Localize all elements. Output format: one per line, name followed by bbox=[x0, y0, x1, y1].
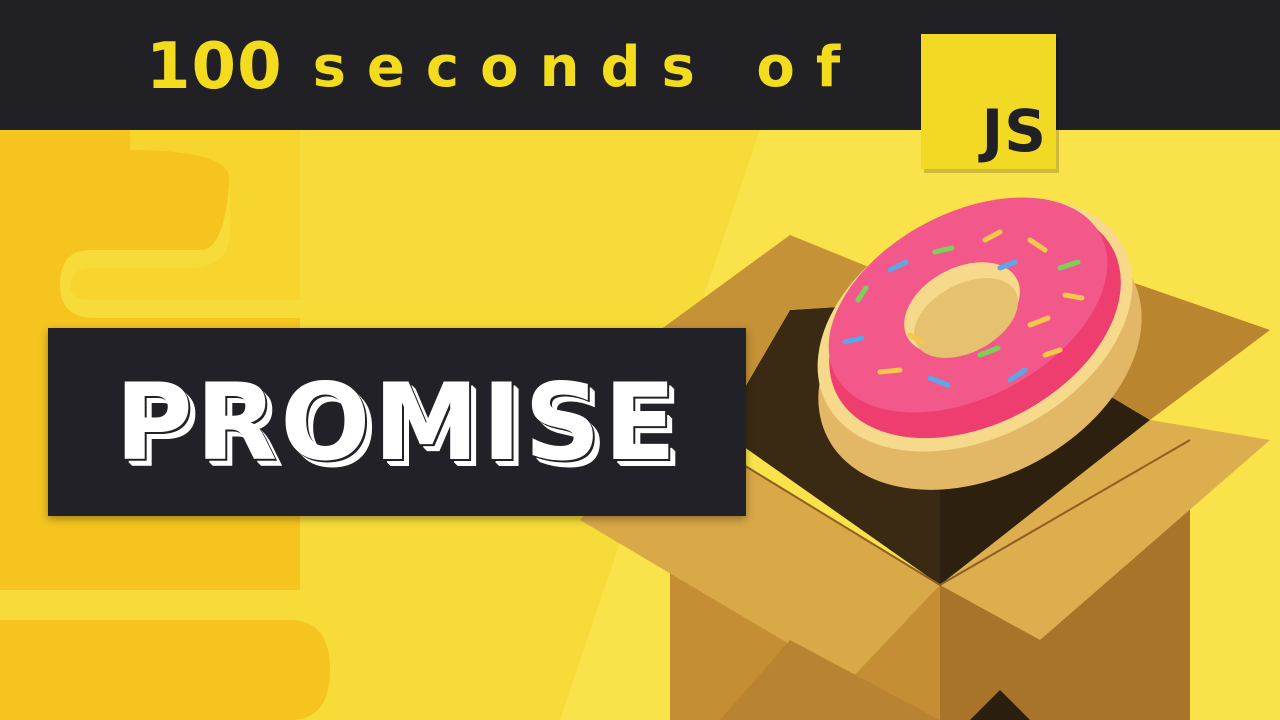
thumbnail: 100 seconds of JS PROMISE bbox=[0, 0, 1280, 720]
series-text: seconds of bbox=[312, 34, 862, 100]
topic-banner: PROMISE bbox=[48, 328, 746, 516]
series-number: 100 bbox=[146, 30, 283, 104]
series-title: 100 seconds of bbox=[146, 22, 861, 112]
javascript-logo-label: JS bbox=[981, 97, 1047, 165]
topic-title: PROMISE bbox=[114, 360, 680, 484]
javascript-logo-badge: JS bbox=[921, 34, 1056, 169]
